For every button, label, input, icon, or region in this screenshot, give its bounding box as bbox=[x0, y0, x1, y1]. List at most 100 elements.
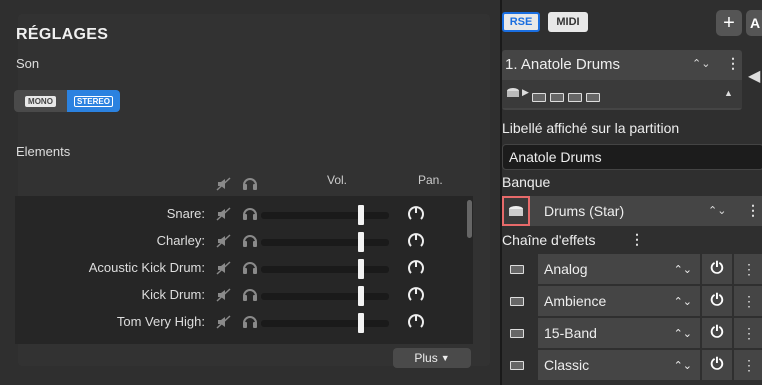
headphones-icon[interactable] bbox=[242, 232, 258, 248]
volume-slider[interactable] bbox=[261, 239, 389, 246]
add-button[interactable]: + bbox=[716, 10, 742, 36]
mute-icon bbox=[216, 177, 231, 191]
effect-chip-icon bbox=[532, 89, 604, 107]
track-icon-row: ▶ ▲ bbox=[502, 80, 742, 108]
headphones-icon[interactable] bbox=[242, 259, 258, 275]
mono-label: MONO bbox=[25, 95, 56, 107]
pan-knob[interactable] bbox=[407, 285, 425, 303]
volume-slider-thumb[interactable] bbox=[357, 205, 364, 225]
play-arrow-icon: ▶ bbox=[522, 87, 529, 97]
row-label: Snare: bbox=[166, 206, 205, 221]
updown-icon: ⌃⌄ bbox=[673, 327, 692, 340]
volume-slider[interactable] bbox=[261, 320, 389, 327]
drum-icon bbox=[507, 88, 519, 97]
menu-dots-icon[interactable]: ⋮ bbox=[746, 202, 760, 219]
effect-chain-menu-icon[interactable]: ⋮ bbox=[630, 231, 644, 248]
headphones-icon[interactable] bbox=[242, 286, 258, 302]
table-row: Acoustic Kick Drum: bbox=[15, 256, 473, 280]
caret-down-icon: ▼ bbox=[440, 353, 450, 363]
speaker-icon[interactable]: ◀ bbox=[748, 66, 760, 86]
volume-header: Vol. bbox=[327, 173, 348, 187]
volume-slider-thumb[interactable] bbox=[357, 286, 364, 306]
mute-icon[interactable] bbox=[216, 287, 232, 303]
score-label-caption: Libellé affiché sur la partition bbox=[502, 120, 680, 136]
power-icon[interactable]: ⏻ bbox=[702, 318, 732, 348]
collapse-icon[interactable]: ▲ bbox=[724, 88, 733, 98]
stereo-button[interactable]: STEREO bbox=[67, 90, 120, 112]
pan-knob[interactable] bbox=[407, 231, 425, 249]
updown-icon: ⌃⌄ bbox=[673, 295, 692, 308]
power-icon[interactable]: ⏻ bbox=[702, 350, 732, 380]
mute-icon[interactable] bbox=[216, 314, 232, 330]
effect-name: Analog bbox=[544, 261, 588, 277]
pan-knob[interactable] bbox=[407, 312, 425, 330]
power-icon[interactable]: ⏻ bbox=[702, 254, 732, 284]
pan-header: Pan. bbox=[418, 173, 443, 187]
mute-icon[interactable] bbox=[216, 260, 232, 276]
effect-chip-icon bbox=[502, 350, 536, 380]
headphones-icon[interactable] bbox=[242, 205, 258, 221]
menu-dots-icon[interactable]: ⋮ bbox=[726, 55, 740, 72]
updown-icon: ⌃⌄ bbox=[692, 58, 711, 70]
updown-icon: ⌃⌄ bbox=[673, 263, 692, 276]
pan-knob[interactable] bbox=[407, 204, 425, 222]
volume-slider[interactable] bbox=[261, 293, 389, 300]
menu-dots-icon[interactable]: ⋮ bbox=[734, 318, 762, 348]
updown-icon: ⌃⌄ bbox=[708, 205, 727, 217]
row-label: Kick Drum: bbox=[141, 287, 205, 302]
track-panel: RSE MIDI + A 1. Anatole Drums ⌃⌄ ⋮ ▶ ▲ ◀… bbox=[502, 0, 762, 385]
effect-chain-label: Chaîne d'effets bbox=[502, 232, 596, 248]
menu-dots-icon[interactable]: ⋮ bbox=[734, 350, 762, 380]
effect-chip-icon bbox=[502, 286, 536, 316]
track-name: 1. Anatole Drums bbox=[505, 56, 621, 73]
sound-tabs: RSE MIDI bbox=[502, 12, 588, 34]
headphones-icon bbox=[243, 178, 257, 190]
table-row: Kick Drum: bbox=[15, 283, 473, 307]
row-label: Tom Very High: bbox=[116, 314, 205, 329]
effect-chip-icon bbox=[502, 254, 536, 284]
volume-slider-thumb[interactable] bbox=[357, 232, 364, 252]
mute-icon[interactable] bbox=[216, 206, 232, 222]
headphones-icon[interactable] bbox=[242, 313, 258, 329]
effect-selector[interactable]: 15-Band ⌃⌄ bbox=[538, 318, 700, 348]
bank-drum-icon[interactable] bbox=[502, 196, 530, 226]
bank-value: Drums (Star) bbox=[544, 203, 625, 219]
effect-selector[interactable]: Analog ⌃⌄ bbox=[538, 254, 700, 284]
more-button[interactable]: Plus ▼ bbox=[393, 348, 471, 368]
elements-table: Snare: Charley: Acoustic Kick Drum: Kick… bbox=[15, 196, 473, 344]
updown-icon: ⌃⌄ bbox=[673, 359, 692, 372]
volume-slider[interactable] bbox=[261, 212, 389, 219]
effect-name: 15-Band bbox=[544, 325, 597, 341]
menu-dots-icon[interactable]: ⋮ bbox=[734, 286, 762, 316]
settings-title: RÉGLAGES bbox=[16, 26, 109, 43]
volume-slider-thumb[interactable] bbox=[357, 313, 364, 333]
a-button[interactable]: A bbox=[746, 10, 762, 36]
mono-button[interactable]: MONO bbox=[14, 90, 67, 112]
more-button-label: Plus bbox=[414, 351, 438, 365]
volume-slider-thumb[interactable] bbox=[357, 259, 364, 279]
effect-name: Classic bbox=[544, 357, 590, 373]
tab-rse[interactable]: RSE bbox=[502, 12, 540, 32]
pan-knob[interactable] bbox=[407, 258, 425, 276]
effect-selector[interactable]: Ambience ⌃⌄ bbox=[538, 286, 700, 316]
bank-label: Banque bbox=[502, 174, 551, 190]
power-icon[interactable]: ⏻ bbox=[702, 286, 732, 316]
effect-chip-icon bbox=[502, 318, 536, 348]
mono-stereo-toggle[interactable]: MONO STEREO bbox=[14, 90, 120, 112]
mute-icon[interactable] bbox=[216, 233, 232, 249]
row-label: Acoustic Kick Drum: bbox=[88, 260, 205, 275]
effect-row: Analog ⌃⌄ ⏻ ⋮ bbox=[502, 254, 762, 284]
effect-selector[interactable]: Classic ⌃⌄ bbox=[538, 350, 700, 380]
volume-slider[interactable] bbox=[261, 266, 389, 273]
elements-label: Elements bbox=[16, 144, 71, 159]
sound-label: Son bbox=[16, 56, 40, 71]
score-label-input[interactable]: Anatole Drums bbox=[502, 144, 762, 170]
table-row: Tom Very High: bbox=[15, 310, 473, 334]
effect-name: Ambience bbox=[544, 293, 607, 309]
menu-dots-icon[interactable]: ⋮ bbox=[734, 254, 762, 284]
elements-scrollbar[interactable] bbox=[467, 200, 472, 238]
tab-midi[interactable]: MIDI bbox=[548, 12, 588, 32]
table-row: Charley: bbox=[15, 229, 473, 253]
row-label: Charley: bbox=[156, 233, 205, 248]
settings-area: RÉGLAGES Son MONO STEREO Elements Vol. P… bbox=[0, 0, 500, 385]
